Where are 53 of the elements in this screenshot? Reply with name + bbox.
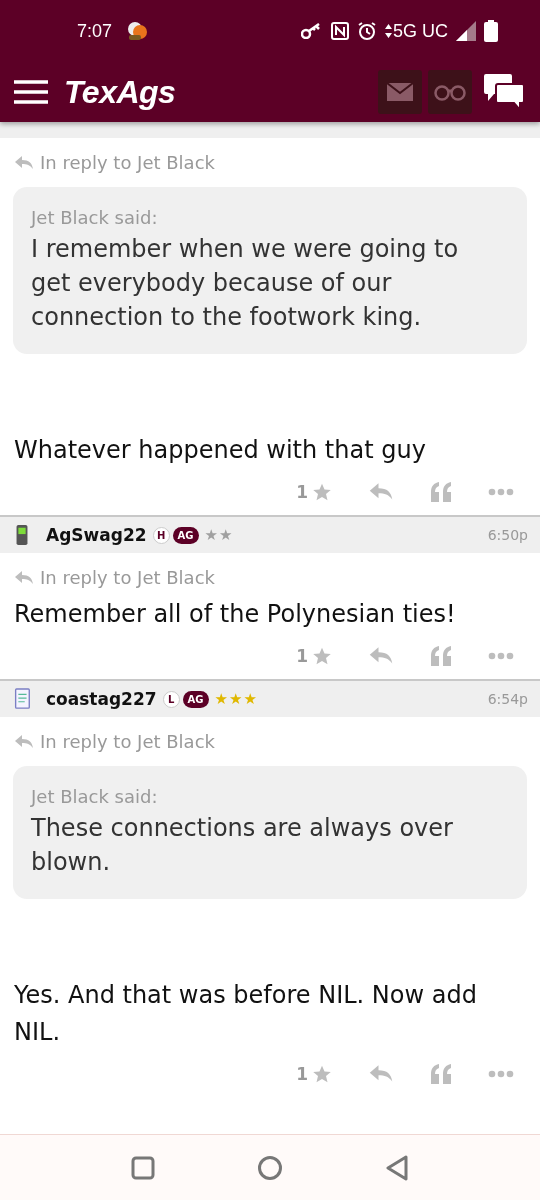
reply-button[interactable] [368, 1064, 394, 1084]
menu-icon[interactable] [14, 80, 48, 104]
post-time: 6:54p [487, 691, 528, 707]
binoculars-button[interactable] [428, 70, 472, 114]
reply-icon [14, 569, 34, 586]
nfc-icon [331, 22, 349, 40]
sports-ball-icon [126, 20, 149, 42]
reply-to-link[interactable]: In reply to Jet Black [40, 567, 215, 588]
reply-button[interactable] [368, 482, 394, 502]
quote-button[interactable] [430, 482, 452, 502]
clock: 7:07 [77, 20, 113, 42]
rank-label: ★★★ [214, 690, 258, 708]
user-badge: L [162, 690, 180, 708]
more-button[interactable] [488, 488, 514, 496]
user-badge: AG [172, 526, 199, 544]
post-text: Whatever happened with that guy [13, 435, 427, 466]
reply-icon [14, 154, 34, 171]
quote-author: Jet Black said: [31, 207, 159, 228]
post-time: 6:50p [487, 527, 528, 543]
post-text: Remember all of the Polynesian ties! [13, 599, 457, 630]
back-button[interactable] [385, 1154, 409, 1181]
username[interactable]: AgSwag22 [46, 525, 147, 545]
like-button[interactable]: 1 [296, 646, 332, 666]
reply-icon [14, 733, 34, 750]
logo[interactable]: TexAgs [64, 73, 176, 111]
post-text: Yes. And that was before NIL. Now add NIL. [13, 980, 478, 1048]
rank-label: ★★ [204, 526, 234, 544]
more-button[interactable] [488, 652, 514, 660]
network-type: 5G UC [393, 20, 448, 42]
username[interactable]: coastag227 [46, 689, 157, 709]
data-arrows-icon [385, 24, 392, 38]
binoculars-icon [434, 83, 466, 101]
more-button[interactable] [488, 1070, 514, 1078]
like-button[interactable]: 1 [296, 1064, 332, 1084]
home-button[interactable] [257, 1154, 283, 1181]
like-button[interactable]: 1 [296, 482, 332, 502]
mail-icon [387, 83, 413, 101]
quote-text: These connections are always over blown. [31, 813, 454, 878]
reply-button[interactable] [368, 646, 394, 666]
quote-button[interactable] [430, 1064, 452, 1084]
user-badge: H [152, 526, 170, 544]
notepad-icon [12, 687, 32, 711]
reply-to-link[interactable]: In reply to Jet Black [40, 152, 215, 173]
signal-icon [456, 21, 476, 41]
quote-text: I remember when we were going to get everybody because of our connection to the footwork king. [31, 234, 460, 333]
recents-button[interactable] [131, 1155, 155, 1180]
quote-author: Jet Black said: [31, 786, 159, 807]
reply-to-link[interactable]: In reply to Jet Black [40, 731, 215, 752]
user-badge: AG [182, 690, 209, 708]
quote-button[interactable] [430, 646, 452, 666]
battery-icon [484, 20, 498, 42]
alarm-icon [357, 21, 377, 41]
messages-button[interactable] [378, 70, 422, 114]
